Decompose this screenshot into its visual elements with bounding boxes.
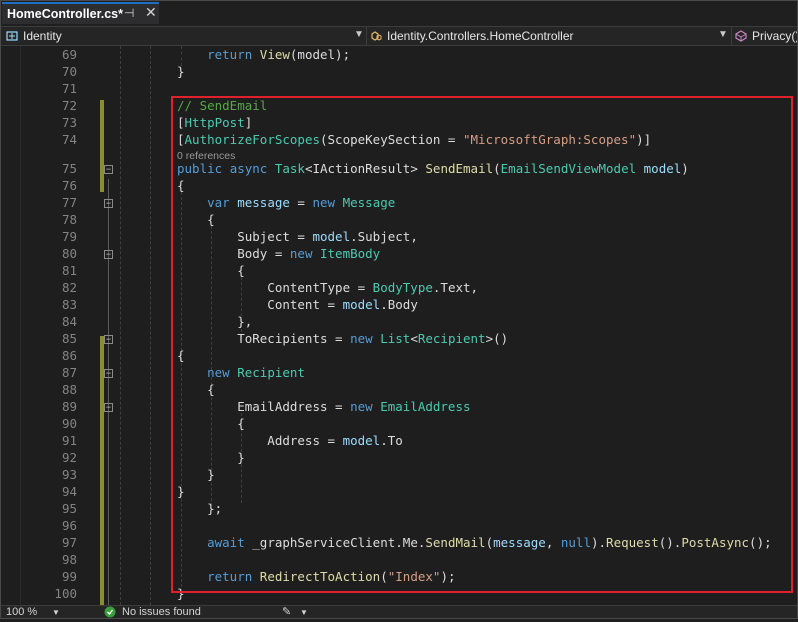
line-number: 85 [61, 331, 77, 346]
line-number: 70 [61, 64, 77, 79]
code-token: return [207, 47, 253, 62]
line-number: 72 [61, 98, 77, 113]
chevron-down-icon[interactable]: ▼ [718, 29, 728, 40]
line-number: 96 [61, 518, 77, 533]
line-number: 86 [61, 348, 77, 363]
line-number: 80 [61, 246, 77, 261]
line-number: 100 [54, 586, 77, 601]
line-number: 97 [61, 535, 77, 550]
code-token: } [177, 64, 185, 79]
line-number: 89 [61, 399, 77, 414]
line-number: 81 [61, 263, 77, 278]
line-number: 77 [61, 195, 77, 210]
document-tab-strip: HomeController.cs* ⊣ ✕ [0, 0, 798, 26]
line-number: 74 [61, 132, 77, 147]
issues-status[interactable]: No issues found [122, 606, 201, 619]
line-number: 94 [61, 484, 77, 499]
project-dropdown[interactable]: Identity [6, 27, 361, 45]
line-number: 93 [61, 467, 77, 482]
line-number: 69 [61, 47, 77, 62]
line-number: 84 [61, 314, 77, 329]
code-token: View [259, 47, 290, 62]
line-number: 73 [61, 115, 77, 130]
line-number: 79 [61, 229, 77, 244]
divider [731, 27, 732, 45]
document-tab[interactable]: HomeController.cs* ⊣ ✕ [2, 2, 159, 24]
code-token: (model); [289, 47, 351, 62]
method-icon [735, 30, 747, 42]
member-dropdown[interactable]: Privacy() [735, 27, 798, 45]
code-line[interactable]: 70} [0, 63, 798, 80]
line-number: 75 [61, 161, 77, 176]
line-number: 88 [61, 382, 77, 397]
highlight-box [171, 96, 793, 593]
code-line[interactable]: 69 return View(model); [0, 46, 798, 63]
line-number: 83 [61, 297, 77, 312]
class-dropdown[interactable]: Identity.Controllers.HomeController [370, 27, 720, 45]
line-number: 87 [61, 365, 77, 380]
status-bar: 100 % ▼ No issues found ✎ ▼ [0, 605, 798, 619]
project-name: Identity [23, 29, 62, 43]
code-editor[interactable]: − − − − − − 69 return View(model); 70} 71 7… [0, 46, 798, 605]
code-line[interactable]: 71 [0, 80, 798, 97]
line-number: 91 [61, 433, 77, 448]
line-number: 92 [61, 450, 77, 465]
code-text: } [177, 63, 185, 80]
csharp-project-icon [6, 31, 18, 41]
line-number: 95 [61, 501, 77, 516]
tab-title: HomeController.cs* [7, 7, 124, 21]
class-name: Identity.Controllers.HomeController [387, 29, 574, 43]
line-number: 90 [61, 416, 77, 431]
class-icon [371, 31, 382, 41]
navigation-bar: Identity ▼ Identity.Controllers.HomeCont… [0, 26, 798, 46]
code-text: return View(model); [177, 46, 350, 63]
zoom-level[interactable]: 100 % [6, 606, 37, 619]
member-name: Privacy() [752, 29, 798, 43]
line-number: 76 [61, 178, 77, 193]
chevron-down-icon[interactable]: ▼ [300, 606, 308, 619]
line-number: 82 [61, 280, 77, 295]
close-icon[interactable]: ✕ [145, 4, 157, 21]
line-number: 98 [61, 552, 77, 567]
line-number: 99 [61, 569, 77, 584]
divider [366, 27, 367, 45]
check-icon [104, 606, 116, 622]
line-number: 71 [61, 81, 77, 96]
chevron-down-icon[interactable]: ▼ [52, 606, 60, 619]
brush-icon[interactable]: ✎ [282, 606, 291, 619]
chevron-down-icon[interactable]: ▼ [354, 29, 364, 40]
pin-icon[interactable]: ⊣ [124, 6, 134, 20]
line-number: 78 [61, 212, 77, 227]
